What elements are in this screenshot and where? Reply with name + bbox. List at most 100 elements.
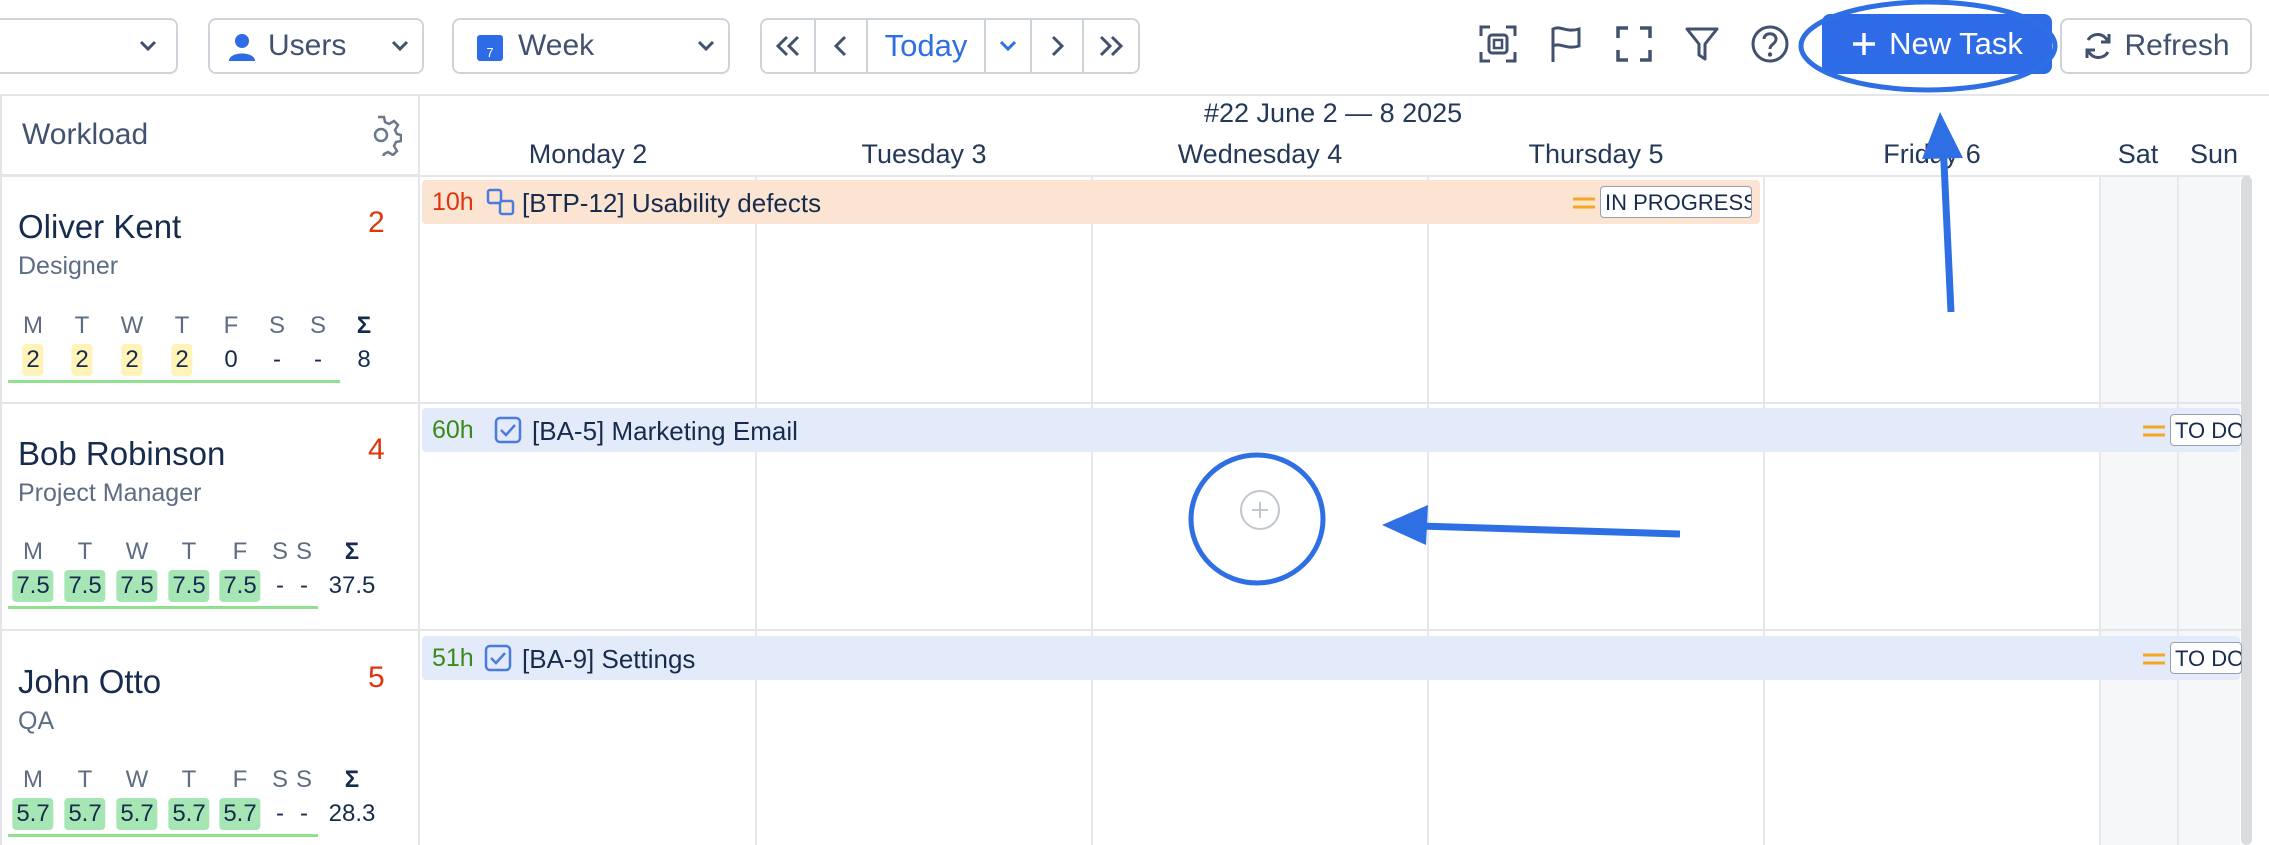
day-header-friday: Friday 6 [1883, 139, 1981, 169]
day-letter: W [125, 538, 149, 565]
day-hours: - [314, 346, 322, 373]
today-dropdown-button[interactable] [986, 20, 1032, 72]
day-separator [2177, 176, 2179, 845]
day-letter: S [295, 538, 313, 565]
focus-button[interactable] [1476, 22, 1520, 66]
day-hours: 7.5 [64, 570, 106, 602]
capacity-underline [8, 834, 318, 837]
user-role: Project Manager [18, 479, 202, 507]
chevron-right-icon [1051, 35, 1065, 57]
user-name[interactable]: Oliver Kent [18, 208, 181, 246]
day-separator [1763, 176, 1765, 845]
jump-forward-button[interactable] [1084, 20, 1138, 72]
day-hours: 7.5 [116, 570, 158, 602]
group-by-value: Users [268, 29, 347, 62]
previous-button[interactable] [816, 20, 868, 72]
user-name[interactable]: John Otto [18, 663, 161, 701]
expand-icon [1616, 26, 1652, 62]
milestones-button[interactable] [1544, 22, 1588, 66]
day-separator [755, 176, 757, 845]
day-letter: F [232, 766, 248, 793]
subtask-icon [486, 188, 515, 216]
day-hours: 0 [224, 346, 238, 373]
user-name[interactable]: Bob Robinson [18, 435, 225, 473]
refresh-icon [2085, 33, 2111, 59]
calendar-day: 7 [486, 45, 493, 60]
day-hours: 5.7 [219, 798, 261, 830]
task-count: 5 [368, 661, 385, 694]
day-separator [2099, 176, 2101, 845]
day-letter: S [268, 312, 286, 339]
task-bar-ba-5[interactable]: 60h [BA-5] Marketing Email TO DO [422, 408, 2242, 452]
period-select[interactable]: 7 Week [452, 18, 730, 74]
group-by-select[interactable]: Users [208, 18, 424, 74]
day-letter: T [77, 538, 93, 565]
filter-icon [1685, 27, 1719, 61]
user-role: QA [18, 707, 55, 735]
priority-medium-icon [2143, 653, 2165, 665]
status-badge: TO DO [2170, 414, 2242, 446]
refresh-label: Refresh [2124, 29, 2230, 62]
total-hours: 37.5 [328, 572, 376, 599]
task-hours: 51h [432, 644, 474, 672]
day-letter: S [271, 538, 289, 565]
help-button[interactable] [1748, 22, 1792, 66]
day-separator [1091, 176, 1093, 845]
day-hours: - [300, 572, 308, 599]
day-letter: T [181, 766, 197, 793]
new-task-button[interactable]: New Task [1822, 14, 2052, 74]
fullscreen-button[interactable] [1612, 22, 1656, 66]
sum-letter: Σ [356, 312, 372, 339]
today-label: Today [884, 28, 968, 63]
day-letter: T [74, 312, 90, 339]
date-navigation: Today [760, 18, 1140, 74]
project-select[interactable] [0, 18, 178, 74]
day-hours: - [276, 800, 284, 827]
day-header-thursday: Thursday 5 [1528, 139, 1664, 169]
filter-button[interactable] [1680, 22, 1724, 66]
plus-icon [1853, 33, 1876, 55]
checkbox-icon [494, 416, 522, 444]
total-hours: 8 [357, 346, 371, 373]
chevron-down-icon [139, 40, 157, 52]
day-letter: T [77, 766, 93, 793]
day-hours: 2 [71, 344, 93, 376]
status-badge: IN PROGRESS [1600, 186, 1752, 218]
day-header-monday: Monday 2 [528, 139, 648, 169]
day-header-tuesday: Tuesday 3 [861, 139, 987, 169]
toolbar: Users 7 Week Today New Task Refresh [0, 0, 2269, 92]
today-button[interactable]: Today [868, 20, 986, 72]
day-hours: 5.7 [64, 798, 106, 830]
task-title: [BA-9] Settings [522, 644, 696, 674]
checkbox-icon [484, 644, 512, 672]
refresh-button[interactable]: Refresh [2060, 18, 2252, 74]
workload-title: Workload [22, 118, 149, 151]
total-hours: 28.3 [328, 800, 376, 827]
day-hours: 7.5 [168, 570, 210, 602]
day-hours: - [273, 346, 281, 373]
priority-medium-icon [1573, 197, 1595, 209]
sum-letter: Σ [344, 538, 360, 565]
focus-icon [1479, 25, 1517, 63]
day-hours: - [300, 800, 308, 827]
day-header-sunday: Sun [2189, 139, 2239, 169]
add-task-cell-button[interactable] [1240, 490, 1280, 530]
gear-icon[interactable] [360, 114, 402, 156]
day-hours: 2 [171, 344, 193, 376]
sum-letter: Σ [344, 766, 360, 793]
day-letter: M [23, 538, 43, 565]
task-hours: 60h [432, 416, 474, 444]
task-bar-ba-9[interactable]: 51h [BA-9] Settings TO DO [422, 636, 2242, 680]
weekend-column-sun [2178, 176, 2240, 845]
status-badge: TO DO [2170, 642, 2242, 674]
vertical-scrollbar[interactable] [2241, 176, 2252, 845]
next-button[interactable] [1032, 20, 1084, 72]
day-letter: F [232, 538, 248, 565]
task-count: 2 [368, 206, 385, 239]
day-letter: W [125, 766, 149, 793]
day-letter: W [120, 312, 144, 339]
task-bar-btp-12[interactable]: 10h [BTP-12] Usability defects IN PROGRE… [422, 180, 1760, 224]
jump-back-button[interactable] [762, 20, 816, 72]
day-separator [1427, 176, 1429, 845]
day-header-wednesday: Wednesday 4 [1177, 139, 1343, 169]
